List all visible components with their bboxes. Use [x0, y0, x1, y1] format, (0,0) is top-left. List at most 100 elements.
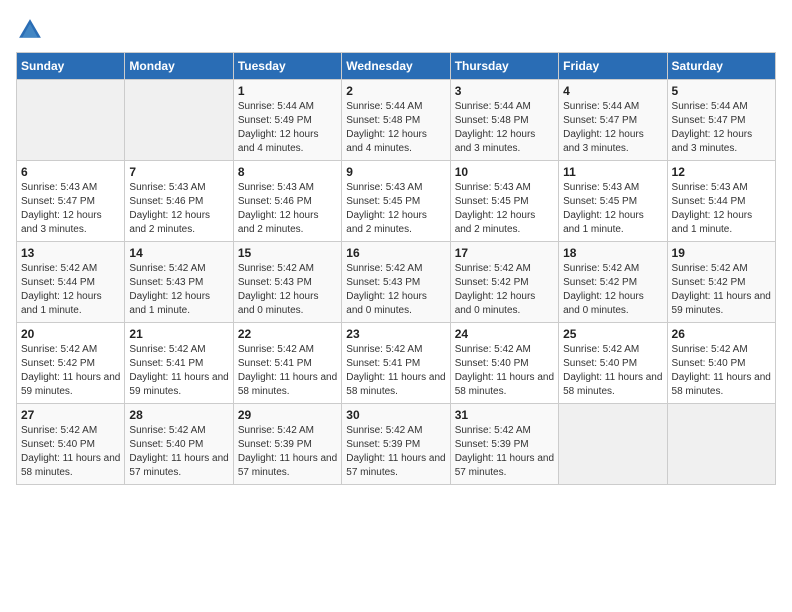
- calendar-cell: 22Sunrise: 5:42 AMSunset: 5:41 PMDayligh…: [233, 323, 341, 404]
- calendar-cell: 5 Sunrise: 5:44 AMSunset: 5:47 PMDaylight…: [667, 80, 775, 161]
- day-number: 29: [238, 408, 337, 422]
- calendar-cell: 9 Sunrise: 5:43 AMSunset: 5:45 PMDaylight…: [342, 161, 450, 242]
- header-sunday: Sunday: [17, 53, 125, 80]
- day-number: 5: [672, 84, 771, 98]
- day-info: Sunrise: 5:42 AMSunset: 5:42 PMDaylight:…: [455, 262, 554, 318]
- calendar-cell: 3 Sunrise: 5:44 AMSunset: 5:48 PMDaylight…: [450, 80, 558, 161]
- day-info: Sunrise: 5:42 AMSunset: 5:39 PMDaylight:…: [346, 424, 445, 480]
- day-info: Sunrise: 5:43 AMSunset: 5:46 PMDaylight:…: [129, 181, 228, 237]
- day-number: 26: [672, 327, 771, 341]
- day-info: Sunrise: 5:43 AMSunset: 5:47 PMDaylight:…: [21, 181, 120, 237]
- calendar-cell: 16 Sunrise: 5:42 AMSunset: 5:43 PMDayligh…: [342, 242, 450, 323]
- calendar-cell: [125, 80, 233, 161]
- day-info: Sunrise: 5:44 AMSunset: 5:48 PMDaylight:…: [346, 100, 445, 156]
- day-info: Sunrise: 5:43 AMSunset: 5:45 PMDaylight:…: [455, 181, 554, 237]
- header-saturday: Saturday: [667, 53, 775, 80]
- day-number: 15: [238, 246, 337, 260]
- day-info: Sunrise: 5:42 AMSunset: 5:42 PMDaylight:…: [672, 262, 771, 318]
- calendar-week-row: 27 Sunrise: 5:42 AMSunset: 5:40 PMDayligh…: [17, 404, 776, 485]
- day-number: 10: [455, 165, 554, 179]
- day-number: 7: [129, 165, 228, 179]
- day-number: 12: [672, 165, 771, 179]
- calendar-cell: 24Sunrise: 5:42 AMSunset: 5:40 PMDayligh…: [450, 323, 558, 404]
- day-info: Sunrise: 5:42 AMSunset: 5:44 PMDaylight:…: [21, 262, 120, 318]
- logo-icon: [16, 16, 44, 44]
- calendar-cell: 30 Sunrise: 5:42 AMSunset: 5:39 PMDayligh…: [342, 404, 450, 485]
- calendar-cell: [17, 80, 125, 161]
- day-info: Sunrise: 5:42 AMSunset: 5:39 PMDaylight:…: [238, 424, 337, 480]
- day-number: 18: [563, 246, 662, 260]
- day-info: Sunrise: 5:42 AMSunset: 5:40 PMDaylight:…: [672, 343, 771, 399]
- calendar-cell: 27 Sunrise: 5:42 AMSunset: 5:40 PMDayligh…: [17, 404, 125, 485]
- calendar-cell: 8 Sunrise: 5:43 AMSunset: 5:46 PMDaylight…: [233, 161, 341, 242]
- day-number: 9: [346, 165, 445, 179]
- page-header: [16, 16, 776, 44]
- calendar-cell: 6 Sunrise: 5:43 AMSunset: 5:47 PMDaylight…: [17, 161, 125, 242]
- calendar-cell: 7 Sunrise: 5:43 AMSunset: 5:46 PMDaylight…: [125, 161, 233, 242]
- calendar-cell: 4Sunrise: 5:44 AMSunset: 5:47 PMDaylight…: [559, 80, 667, 161]
- calendar-cell: [667, 404, 775, 485]
- day-info: Sunrise: 5:43 AMSunset: 5:45 PMDaylight:…: [346, 181, 445, 237]
- calendar-week-row: 13 Sunrise: 5:42 AMSunset: 5:44 PMDayligh…: [17, 242, 776, 323]
- day-number: 6: [21, 165, 120, 179]
- calendar-cell: 12 Sunrise: 5:43 AMSunset: 5:44 PMDayligh…: [667, 161, 775, 242]
- calendar-cell: 17 Sunrise: 5:42 AMSunset: 5:42 PMDayligh…: [450, 242, 558, 323]
- day-number: 19: [672, 246, 771, 260]
- day-number: 17: [455, 246, 554, 260]
- day-info: Sunrise: 5:42 AMSunset: 5:42 PMDaylight:…: [563, 262, 662, 318]
- day-info: Sunrise: 5:42 AMSunset: 5:41 PMDaylight:…: [346, 343, 445, 399]
- day-info: Sunrise: 5:44 AMSunset: 5:49 PMDaylight:…: [238, 100, 337, 156]
- day-number: 21: [129, 327, 228, 341]
- day-number: 8: [238, 165, 337, 179]
- day-info: Sunrise: 5:43 AMSunset: 5:45 PMDaylight:…: [563, 181, 662, 237]
- calendar-week-row: 1 Sunrise: 5:44 AMSunset: 5:49 PMDaylight…: [17, 80, 776, 161]
- day-info: Sunrise: 5:44 AMSunset: 5:47 PMDaylight:…: [672, 100, 771, 156]
- calendar-cell: 19 Sunrise: 5:42 AMSunset: 5:42 PMDayligh…: [667, 242, 775, 323]
- calendar-cell: 2 Sunrise: 5:44 AMSunset: 5:48 PMDaylight…: [342, 80, 450, 161]
- day-number: 25: [563, 327, 662, 341]
- day-info: Sunrise: 5:42 AMSunset: 5:43 PMDaylight:…: [238, 262, 337, 318]
- calendar-cell: 20 Sunrise: 5:42 AMSunset: 5:42 PMDayligh…: [17, 323, 125, 404]
- day-number: 16: [346, 246, 445, 260]
- day-number: 1: [238, 84, 337, 98]
- day-number: 27: [21, 408, 120, 422]
- calendar-cell: [559, 404, 667, 485]
- calendar-cell: 15 Sunrise: 5:42 AMSunset: 5:43 PMDayligh…: [233, 242, 341, 323]
- day-info: Sunrise: 5:42 AMSunset: 5:41 PMDaylight:…: [129, 343, 228, 399]
- calendar-cell: 18 Sunrise: 5:42 AMSunset: 5:42 PMDayligh…: [559, 242, 667, 323]
- day-info: Sunrise: 5:43 AMSunset: 5:46 PMDaylight:…: [238, 181, 337, 237]
- calendar-week-row: 6 Sunrise: 5:43 AMSunset: 5:47 PMDaylight…: [17, 161, 776, 242]
- header-thursday: Thursday: [450, 53, 558, 80]
- day-number: 14: [129, 246, 228, 260]
- calendar-cell: 14 Sunrise: 5:42 AMSunset: 5:43 PMDayligh…: [125, 242, 233, 323]
- calendar-cell: 26 Sunrise: 5:42 AMSunset: 5:40 PMDayligh…: [667, 323, 775, 404]
- day-number: 28: [129, 408, 228, 422]
- day-number: 20: [21, 327, 120, 341]
- day-info: Sunrise: 5:43 AMSunset: 5:44 PMDaylight:…: [672, 181, 771, 237]
- day-number: 31: [455, 408, 554, 422]
- header-friday: Friday: [559, 53, 667, 80]
- day-info: Sunrise: 5:42 AMSunset: 5:40 PMDaylight:…: [563, 343, 662, 399]
- day-number: 13: [21, 246, 120, 260]
- calendar-cell: 10 Sunrise: 5:43 AMSunset: 5:45 PMDayligh…: [450, 161, 558, 242]
- calendar-cell: 21 Sunrise: 5:42 AMSunset: 5:41 PMDayligh…: [125, 323, 233, 404]
- calendar-header-row: SundayMondayTuesdayWednesdayThursdayFrid…: [17, 53, 776, 80]
- day-info: Sunrise: 5:42 AMSunset: 5:40 PMDaylight:…: [21, 424, 120, 480]
- calendar-cell: 11Sunrise: 5:43 AMSunset: 5:45 PMDayligh…: [559, 161, 667, 242]
- day-info: Sunrise: 5:42 AMSunset: 5:43 PMDaylight:…: [129, 262, 228, 318]
- day-info: Sunrise: 5:44 AMSunset: 5:47 PMDaylight:…: [563, 100, 662, 156]
- day-number: 30: [346, 408, 445, 422]
- day-info: Sunrise: 5:44 AMSunset: 5:48 PMDaylight:…: [455, 100, 554, 156]
- day-number: 24: [455, 327, 554, 341]
- calendar-cell: 29 Sunrise: 5:42 AMSunset: 5:39 PMDayligh…: [233, 404, 341, 485]
- calendar-week-row: 20 Sunrise: 5:42 AMSunset: 5:42 PMDayligh…: [17, 323, 776, 404]
- day-info: Sunrise: 5:42 AMSunset: 5:42 PMDaylight:…: [21, 343, 120, 399]
- header-tuesday: Tuesday: [233, 53, 341, 80]
- day-info: Sunrise: 5:42 AMSunset: 5:43 PMDaylight:…: [346, 262, 445, 318]
- calendar-cell: 23Sunrise: 5:42 AMSunset: 5:41 PMDayligh…: [342, 323, 450, 404]
- calendar-cell: 13 Sunrise: 5:42 AMSunset: 5:44 PMDayligh…: [17, 242, 125, 323]
- calendar-cell: 1 Sunrise: 5:44 AMSunset: 5:49 PMDaylight…: [233, 80, 341, 161]
- day-number: 3: [455, 84, 554, 98]
- day-number: 2: [346, 84, 445, 98]
- calendar-cell: 25 Sunrise: 5:42 AMSunset: 5:40 PMDayligh…: [559, 323, 667, 404]
